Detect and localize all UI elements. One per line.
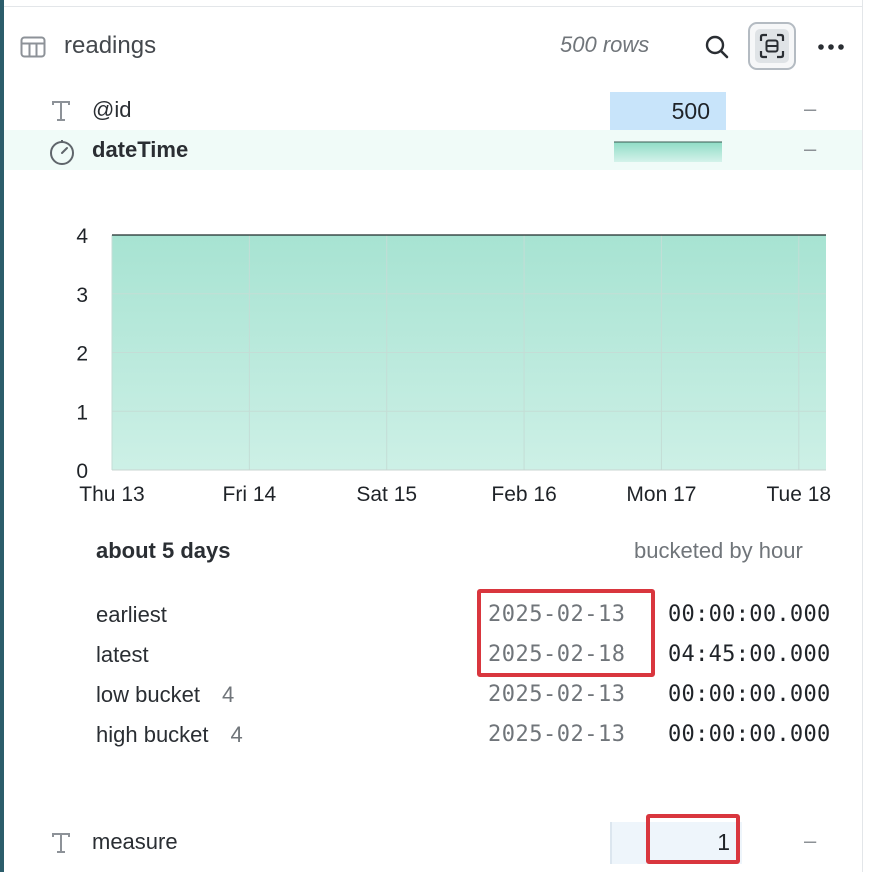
panel-top-border [4,6,862,7]
stat-label-text: latest [96,642,149,667]
stat-row-latest: latest 2025-02-18 04:45:00.000 [96,638,836,674]
more-options-button[interactable] [814,32,848,62]
table-icon [20,36,46,58]
stat-label: earliest [96,602,167,628]
text-type-icon [48,830,74,856]
column-name: measure [92,829,178,854]
time-span-label: about 5 days [96,538,231,563]
histogram-chart: 0 1 2 3 4 Thu 13 Fri 14 Sat 15 Feb 16 Mon 17 Tue 1… [76,225,831,506]
highlight-box-measure [646,814,740,864]
stat-time: 00:00:00.000 [668,682,831,707]
focus-mode-button[interactable] [748,22,796,70]
y-tick-label: 0 [76,460,88,483]
stat-row-high-bucket: high bucket 4 2025-02-13 00:00:00.000 [96,718,836,754]
search-button[interactable] [702,32,732,62]
y-tick-label: 1 [76,401,88,424]
table-header: readings 500 rows [4,20,862,72]
table-title: readings [64,32,157,59]
value-bar: 500 [610,92,726,130]
x-tick-label: Mon 17 [626,483,696,506]
clock-type-icon [48,138,74,165]
y-tick-label: 2 [76,343,88,366]
column-dash: – [804,96,817,121]
x-tick-label: Thu 13 [79,483,144,506]
column-row-datetime[interactable]: dateTime – [4,130,862,170]
stat-label: low bucket 4 [96,682,234,708]
x-tick-label: Feb 16 [491,483,556,506]
column-dash: – [804,828,817,853]
stat-time: 04:45:00.000 [668,642,831,667]
more-icon [818,44,844,50]
stat-label-text: low bucket [96,682,200,707]
stat-row-low-bucket: low bucket 4 2025-02-13 00:00:00.000 [96,678,836,714]
text-type-icon [48,98,74,124]
stat-count: 4 [230,722,243,747]
y-tick-label: 4 [76,225,88,248]
stat-label-text: earliest [96,602,167,627]
datetime-sparkline [614,140,722,162]
stat-date: 2025-02-13 [488,682,626,707]
search-icon [705,35,729,59]
stat-row-earliest: earliest 2025-02-13 00:00:00.000 [96,598,836,634]
stat-time: 00:00:00.000 [668,722,831,747]
column-name: dateTime [92,137,189,162]
highlight-box-dates [477,589,655,677]
value-count: 500 [671,98,710,124]
column-dash: – [804,136,817,161]
x-tick-label: Tue 18 [766,483,831,506]
panel-right-border [862,0,863,872]
x-tick-label: Fri 14 [223,483,277,506]
datetime-histogram: 0 1 2 3 4 Thu 13 Fri 14 Sat 15 Feb 16 Mon 17 Tue 1… [60,220,850,510]
column-row-measure[interactable]: measure 1 – [4,814,862,866]
column-name: @id [92,97,132,122]
x-tick-label: Sat 15 [356,483,417,506]
stat-label: latest [96,642,149,668]
row-count: 500 rows [560,32,650,57]
focus-mode-icon [759,33,785,59]
stat-time: 00:00:00.000 [668,602,831,627]
bucketing-label: bucketed by hour [634,538,803,563]
stat-label: high bucket 4 [96,722,243,748]
stat-label-text: high bucket [96,722,209,747]
stat-date: 2025-02-13 [488,722,626,747]
y-tick-label: 3 [76,284,88,307]
stat-count: 4 [221,682,235,707]
column-row-id[interactable]: @id 500 – [4,90,862,130]
